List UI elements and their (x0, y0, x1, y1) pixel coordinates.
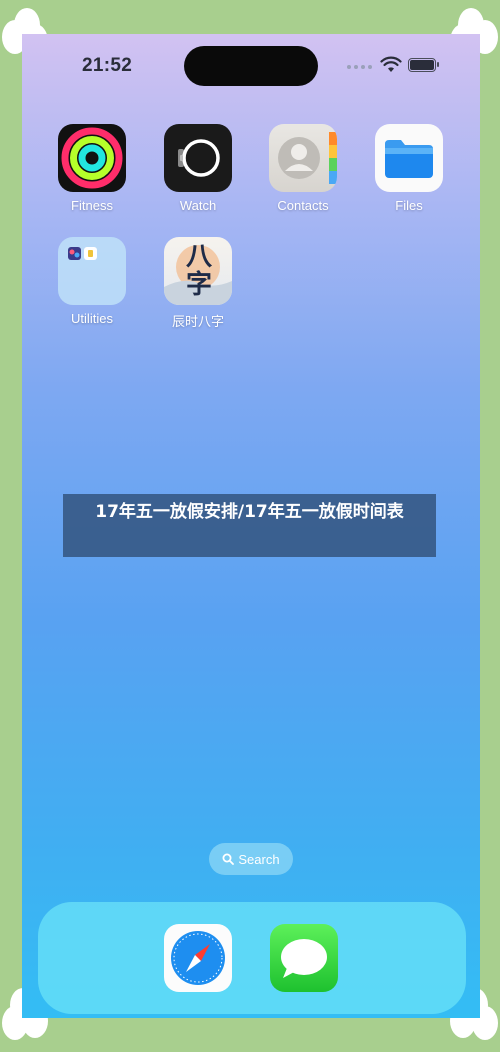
battery-icon (408, 58, 439, 72)
app-label: 辰时八字 (171, 314, 224, 329)
app-watch[interactable]: Watch (153, 124, 243, 213)
dynamic-island (184, 46, 318, 86)
watch-icon (164, 124, 232, 192)
status-bar: 21:52 (22, 34, 480, 98)
bazi-icon-text: 八字 (185, 242, 212, 300)
folder-icon (375, 124, 443, 192)
app-label: Fitness (71, 198, 113, 213)
contacts-icon (269, 124, 337, 192)
folder-group-icon (58, 237, 126, 305)
app-contacts[interactable]: Contacts (258, 124, 348, 213)
bazi-app-icon: 八字 (164, 237, 232, 305)
caption-overlay: 17年五一放假安排/17年五一放假时间表 (63, 494, 436, 557)
search-label: Search (238, 851, 280, 867)
cellular-signal-icon (347, 65, 372, 69)
status-time: 21:52 (82, 55, 133, 76)
dock (38, 902, 466, 1014)
search-button[interactable]: Search (209, 843, 293, 875)
app-label: Files (395, 198, 423, 213)
app-files[interactable]: Files (364, 124, 454, 213)
app-label: Watch (179, 198, 217, 213)
app-fitness[interactable]: Fitness (47, 124, 137, 213)
app-bazi[interactable]: 八字 辰时八字 (153, 237, 243, 330)
app-label: Contacts (277, 198, 329, 213)
search-icon (222, 853, 235, 865)
app-utilities[interactable]: Utilities (47, 237, 137, 326)
fitness-rings-icon (58, 124, 126, 192)
safari-compass-icon[interactable] (164, 924, 232, 992)
app-label: Utilities (71, 311, 113, 326)
wifi-icon (380, 56, 402, 72)
messages-bubble-icon[interactable] (270, 924, 338, 992)
